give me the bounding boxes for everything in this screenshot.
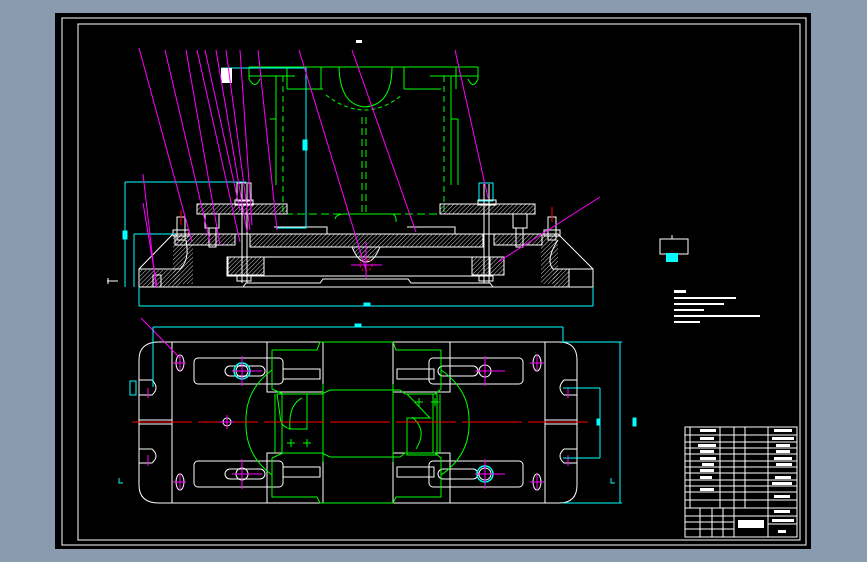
cad-drawing-canvas[interactable]	[0, 0, 867, 562]
section-label-mark	[356, 40, 362, 43]
